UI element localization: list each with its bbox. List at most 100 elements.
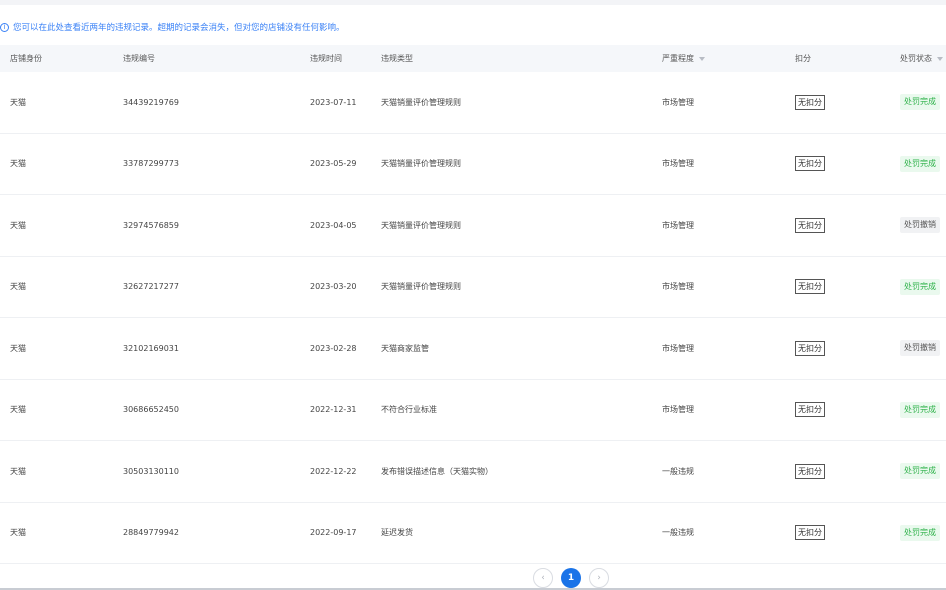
next-page-button[interactable]: › [589,568,609,588]
cell-date: 2022-12-22 [310,466,357,476]
table-header: 店铺身份 违规编号 违规时间 违规类型 严重程度 扣分 处罚状态 [0,45,946,72]
table-row: 天猫 30686652450 2022-12-31 不符合行业标准 市场管理 无扣分 处罚完… [0,380,946,441]
cell-severity: 市场管理 [662,282,694,292]
header-deduct: 扣分 [795,54,811,63]
status-badge: 处罚完成 [900,155,940,172]
chevron-left-icon: ‹ [541,573,545,583]
cell-type: 延迟发货 [381,528,413,538]
cell-date: 2023-07-11 [310,97,357,107]
header-shop: 店铺身份 [10,54,42,63]
deduct-badge: 无扣分 [795,156,825,172]
chevron-right-icon: › [597,573,601,583]
status-badge: 处罚完成 [900,463,940,480]
notice-banner: i 您可以在此处查看近两年的违规记录。超期的记录会消失，但对您的店铺没有任何影响… [0,19,345,35]
header-type: 违规类型 [381,54,413,63]
cell-status: 处罚完成 [900,503,940,564]
status-badge: 处罚完成 [900,524,940,541]
filter-icon[interactable] [699,56,705,61]
cell-severity: 市场管理 [662,97,694,107]
cell-deduct: 无扣分 [795,441,825,502]
top-bar [0,0,946,5]
cell-date: 2023-04-05 [310,220,357,230]
cell-shop: 天猫 [10,528,26,538]
cell-type: 天猫销量评价管理规则 [381,97,461,107]
cell-type: 天猫销量评价管理规则 [381,159,461,169]
cell-deduct: 无扣分 [795,380,825,441]
cell-status: 处罚完成 [900,380,940,441]
cell-severity: 市场管理 [662,405,694,415]
cell-shop: 天猫 [10,220,26,230]
deduct-badge: 无扣分 [795,94,825,110]
status-badge: 处罚完成 [900,94,940,111]
table-body: 天猫 34439219769 2023-07-11 天猫销量评价管理规则 市场管理 无扣分… [0,72,946,564]
cell-shop: 天猫 [10,282,26,292]
deduct-badge: 无扣分 [795,340,825,356]
info-icon: i [0,22,9,32]
cell-deduct: 无扣分 [795,503,825,564]
cell-shop: 天猫 [10,159,26,169]
cell-severity: 市场管理 [662,220,694,230]
table-row: 天猫 28849779942 2022-09-17 延迟发货 一般违规 无扣分 处罚完成 [0,503,946,564]
cell-id: 30503130110 [123,466,179,476]
status-badge: 处罚完成 [900,401,940,418]
notice-text: 您可以在此处查看近两年的违规记录。超期的记录会消失，但对您的店铺没有任何影响。 [13,23,345,33]
cell-id: 32102169031 [123,343,179,353]
cell-id: 32974576859 [123,220,179,230]
header-date: 违规时间 [310,54,342,63]
cell-status: 处罚完成 [900,257,940,318]
cell-shop: 天猫 [10,97,26,107]
table-row: 天猫 32627217277 2023-03-20 天猫销量评价管理规则 市场管理 无扣分… [0,257,946,318]
cell-date: 2023-03-20 [310,282,357,292]
cell-type: 天猫商家监管 [381,343,429,353]
cell-status: 处罚撤销 [900,195,940,256]
cell-deduct: 无扣分 [795,195,825,256]
page-1-button[interactable]: 1 [561,568,581,588]
cell-id: 30686652450 [123,405,179,415]
violations-table: 店铺身份 违规编号 违规时间 违规类型 严重程度 扣分 处罚状态 天猫 34439… [0,45,946,564]
filter-icon[interactable] [937,56,943,61]
deduct-badge: 无扣分 [795,279,825,295]
prev-page-button[interactable]: ‹ [533,568,553,588]
deduct-badge: 无扣分 [795,463,825,479]
cell-status: 处罚完成 [900,134,940,195]
cell-id: 33787299773 [123,159,179,169]
cell-type: 发布错误描述信息（天猫实物） [381,466,493,476]
deduct-badge: 无扣分 [795,525,825,541]
cell-shop: 天猫 [10,466,26,476]
cell-date: 2022-09-17 [310,528,357,538]
table-row: 天猫 34439219769 2023-07-11 天猫销量评价管理规则 市场管理 无扣分… [0,72,946,134]
cell-status: 处罚完成 [900,72,940,133]
table-row: 天猫 30503130110 2022-12-22 发布错误描述信息（天猫实物） 一般违… [0,441,946,503]
cell-shop: 天猫 [10,405,26,415]
cell-type: 天猫销量评价管理规则 [381,220,461,230]
deduct-badge: 无扣分 [795,402,825,418]
status-badge: 处罚撤销 [900,340,940,357]
table-row: 天猫 33787299773 2023-05-29 天猫销量评价管理规则 市场管理 无扣分… [0,134,946,195]
cell-severity: 一般违规 [662,528,694,538]
cell-id: 28849779942 [123,528,179,538]
cell-status: 处罚撤销 [900,318,940,379]
cell-severity: 市场管理 [662,343,694,353]
header-severity: 严重程度 [662,45,705,72]
table-row: 天猫 32102169031 2023-02-28 天猫商家监管 市场管理 无扣分 处罚撤销 [0,318,946,380]
cell-status: 处罚完成 [900,441,940,502]
pagination: ‹ 1 › [533,568,609,588]
cell-deduct: 无扣分 [795,72,825,133]
cell-date: 2023-05-29 [310,159,357,169]
cell-date: 2023-02-28 [310,343,357,353]
cell-date: 2022-12-31 [310,405,357,415]
header-status: 处罚状态 [900,45,943,72]
cell-shop: 天猫 [10,343,26,353]
header-id: 违规编号 [123,54,155,63]
cell-id: 34439219769 [123,97,179,107]
cell-severity: 市场管理 [662,159,694,169]
cell-type: 天猫销量评价管理规则 [381,282,461,292]
deduct-badge: 无扣分 [795,217,825,233]
status-badge: 处罚完成 [900,278,940,295]
table-row: 天猫 32974576859 2023-04-05 天猫销量评价管理规则 市场管理 无扣分… [0,195,946,257]
cell-severity: 一般违规 [662,466,694,476]
cell-deduct: 无扣分 [795,257,825,318]
cell-id: 32627217277 [123,282,179,292]
cell-deduct: 无扣分 [795,318,825,379]
cell-type: 不符合行业标准 [381,405,437,415]
